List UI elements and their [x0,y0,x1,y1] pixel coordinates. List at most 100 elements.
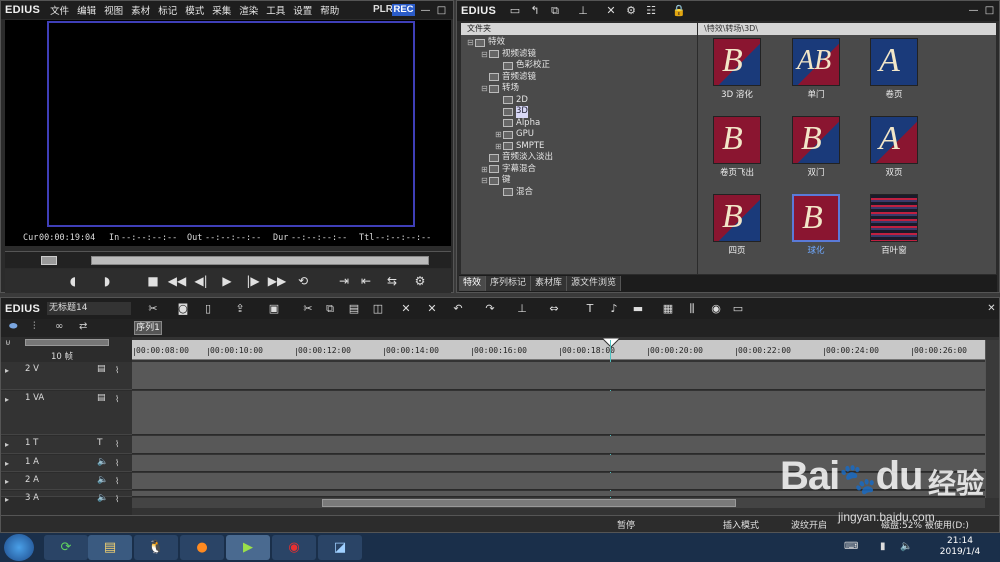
properties-icon[interactable]: ⚙ [623,3,639,19]
effect-thumbnail[interactable]: B [713,116,761,164]
paste-icon[interactable]: ▤ [347,301,361,316]
tree-node[interactable]: 音频淡入淡出 [461,152,697,164]
track-header[interactable]: 2 V ▤ ⌇ ▸ [1,362,132,390]
recorder-icon[interactable]: ◉ [272,535,316,560]
track-add-icon[interactable]: ⬬ [9,321,18,332]
grid-icon[interactable]: ▦ [661,301,675,316]
step-forward-icon[interactable]: |▶ [243,273,263,289]
menu-help[interactable]: 帮助 [316,3,343,17]
audio-mute-icon[interactable]: 🔈 [97,457,108,467]
tree-node[interactable]: ⊟ 转场 [461,83,697,95]
delete-clip-icon[interactable]: ✕ [399,301,413,316]
link-icon[interactable]: ∞ [55,321,63,332]
audio-mute-icon[interactable]: 🔈 [97,493,108,503]
track-lane[interactable] [132,362,985,390]
zoom-level[interactable]: 10 帧 [51,350,73,362]
track-expand-icon[interactable]: ▸ [5,395,9,404]
rewind-icon[interactable]: ◀◀ [167,273,187,289]
position-slider[interactable] [91,256,429,265]
menu-edit[interactable]: 编辑 [73,3,100,17]
save-icon[interactable]: ▣ [267,301,281,316]
tree-node[interactable]: 音频滤镜 [461,72,697,84]
track-expand-icon[interactable]: ▸ [5,495,9,504]
zoom-slider[interactable] [25,339,109,346]
output-icon[interactable]: ⚙ [411,273,429,289]
sequence-tab[interactable]: 序列1 [134,321,162,335]
track-header[interactable]: 3 A 🔈 ⌇ ▸ [1,491,132,505]
maximize-button[interactable]: □ [435,4,448,17]
minimize-button[interactable]: — [419,4,432,17]
menu-marker[interactable]: 标记 [154,3,181,17]
copy-clip-icon[interactable]: ⧉ [323,301,337,316]
qq-icon[interactable]: 🐧 [134,535,178,560]
rec-button[interactable]: REC [392,4,415,16]
track-header[interactable]: 1 VA ▤ ⌇ ▸ [1,391,132,435]
time-ruler[interactable]: 00:00:08:00 00:00:10:00 00:00:12:00 00:00:1… [132,340,985,360]
expand-icon[interactable]: ⊞ [495,129,503,141]
audio-mute-icon[interactable]: 🔈 [97,475,108,485]
insert-to-timeline-icon[interactable]: ⇥ [335,273,353,289]
playhead-marker[interactable] [602,338,620,348]
effect-thumbnail[interactable]: AB [792,38,840,86]
set-in-icon[interactable]: ◖ [65,273,81,289]
library-maximize-button[interactable]: □ [983,4,996,17]
sequence-name-field[interactable]: 无标题14 [47,302,131,315]
menu-clip[interactable]: 素材 [127,3,154,17]
redo-icon[interactable]: ↷ [483,301,497,316]
tab-source-browser[interactable]: 源文件浏览 [567,276,622,291]
tree-node[interactable]: 色彩校正 [461,60,697,72]
match-frame-icon[interactable]: ⇆ [383,273,401,289]
trim-icon[interactable]: ⇔ [547,301,561,316]
cut-icon[interactable]: ✂ [301,301,315,316]
video-track-icon[interactable]: ▤ [97,393,106,403]
360-icon[interactable]: ⟳ [44,535,88,560]
library-minimize-button[interactable]: — [967,4,980,17]
tree-node[interactable]: ⊞ 字幕混合 [461,164,697,176]
microphone-icon[interactable]: ♪ [607,301,621,316]
expand-icon[interactable]: ⊟ [467,37,475,49]
tree-node[interactable]: ⊞ SMPTE [461,141,697,153]
effect-thumbnail[interactable] [870,194,918,242]
tree-node[interactable]: 2D [461,95,697,107]
rubber-band-icon[interactable]: ⌇ [115,395,119,405]
tree-node[interactable]: 3D [461,106,697,118]
track-header[interactable]: 2 A 🔈 ⌇ ▸ [1,473,132,490]
tab-effects[interactable]: 特效 [459,276,487,291]
start-button[interactable] [4,534,34,561]
track-split-icon[interactable]: ⫶ [33,321,36,332]
expand-icon[interactable]: ⊞ [495,141,503,153]
open-project-icon[interactable]: ⇪ [233,301,247,316]
effect-thumbnail[interactable]: B [792,194,840,242]
sync-icon[interactable]: ⇄ [79,321,87,332]
copy-icon[interactable]: ⧉ [547,3,563,19]
tree-node[interactable]: ⊞ GPU [461,129,697,141]
track-expand-icon[interactable]: ▸ [5,477,9,486]
export-icon[interactable]: ▬ [629,301,647,316]
rubber-band-icon[interactable]: ⌇ [115,495,119,505]
lock-track-icon[interactable]: ⊍ [5,338,11,347]
menu-mode[interactable]: 模式 [181,3,208,17]
tree-node[interactable]: Alpha [461,118,697,130]
effect-thumbnail[interactable]: B [713,38,761,86]
overwrite-icon[interactable]: ⇤ [357,273,375,289]
shuttle-knob[interactable] [41,256,57,265]
undo-icon[interactable]: ↶ [451,301,465,316]
stop-icon[interactable]: ■ [145,273,161,289]
edius-taskbar-icon[interactable]: ▶ [226,535,270,560]
menu-view[interactable]: 视图 [100,3,127,17]
video-track-icon[interactable]: ▤ [97,364,106,374]
tab-bin[interactable]: 素材库 [531,276,568,291]
expand-icon[interactable]: ⊟ [481,83,489,95]
track-header[interactable]: 1 A 🔈 ⌇ ▸ [1,455,132,472]
insert-mode-status[interactable]: 插入模式 [723,518,759,531]
timeline-close-button[interactable]: ✕ [985,302,998,315]
delete-icon[interactable]: ✕ [603,3,619,19]
effect-thumbnail[interactable]: A [870,116,918,164]
ripple-delete-icon[interactable]: ✕ [425,301,439,316]
rubber-band-icon[interactable]: ⌇ [115,459,119,469]
explorer-icon[interactable]: ▤ [88,535,132,560]
loop-icon[interactable]: ⟲ [295,273,311,289]
rubber-band-icon[interactable]: ⌇ [115,366,119,376]
expand-icon[interactable]: ⊞ [481,164,489,176]
track-lane[interactable] [132,391,985,435]
